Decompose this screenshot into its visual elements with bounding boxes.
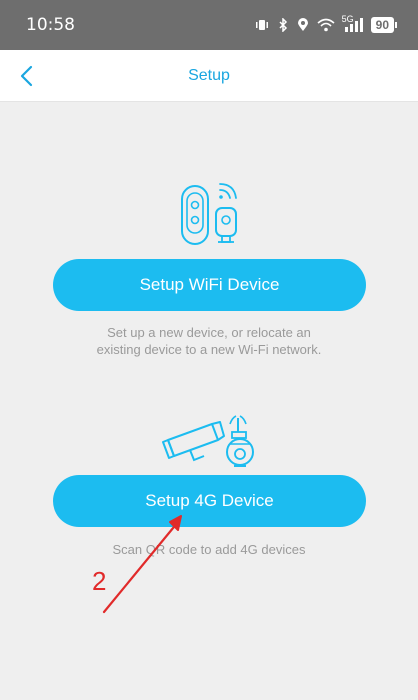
cell-signal: 5G <box>342 14 363 32</box>
setup-4g-device-button[interactable]: Setup 4G Device <box>53 475 366 527</box>
nav-bar: Setup <box>0 50 418 102</box>
status-bar: 10:58 5G 90 <box>0 0 418 50</box>
4g-setup-description: Scan QR code to add 4G devices <box>112 542 306 557</box>
page-title: Setup <box>188 66 230 84</box>
4g-camera-illustration <box>162 415 254 467</box>
status-time: 10:58 <box>26 15 75 35</box>
wifi-setup-description: Set up a new device, or relocate an exis… <box>96 325 322 357</box>
wifi-camera-illustration <box>181 183 237 245</box>
bluetooth-icon <box>279 18 287 32</box>
back-arrow-icon[interactable] <box>14 62 42 90</box>
network-label: 5G <box>341 14 354 24</box>
annotation-number: 2 <box>92 566 107 596</box>
vibrate-icon <box>255 20 268 30</box>
battery-indicator: 90 <box>370 17 398 33</box>
location-icon <box>297 18 308 31</box>
status-icons: 5G 90 <box>255 14 398 33</box>
setup-wifi-device-button[interactable]: Setup WiFi Device <box>53 259 366 311</box>
wifi-icon <box>317 18 335 32</box>
